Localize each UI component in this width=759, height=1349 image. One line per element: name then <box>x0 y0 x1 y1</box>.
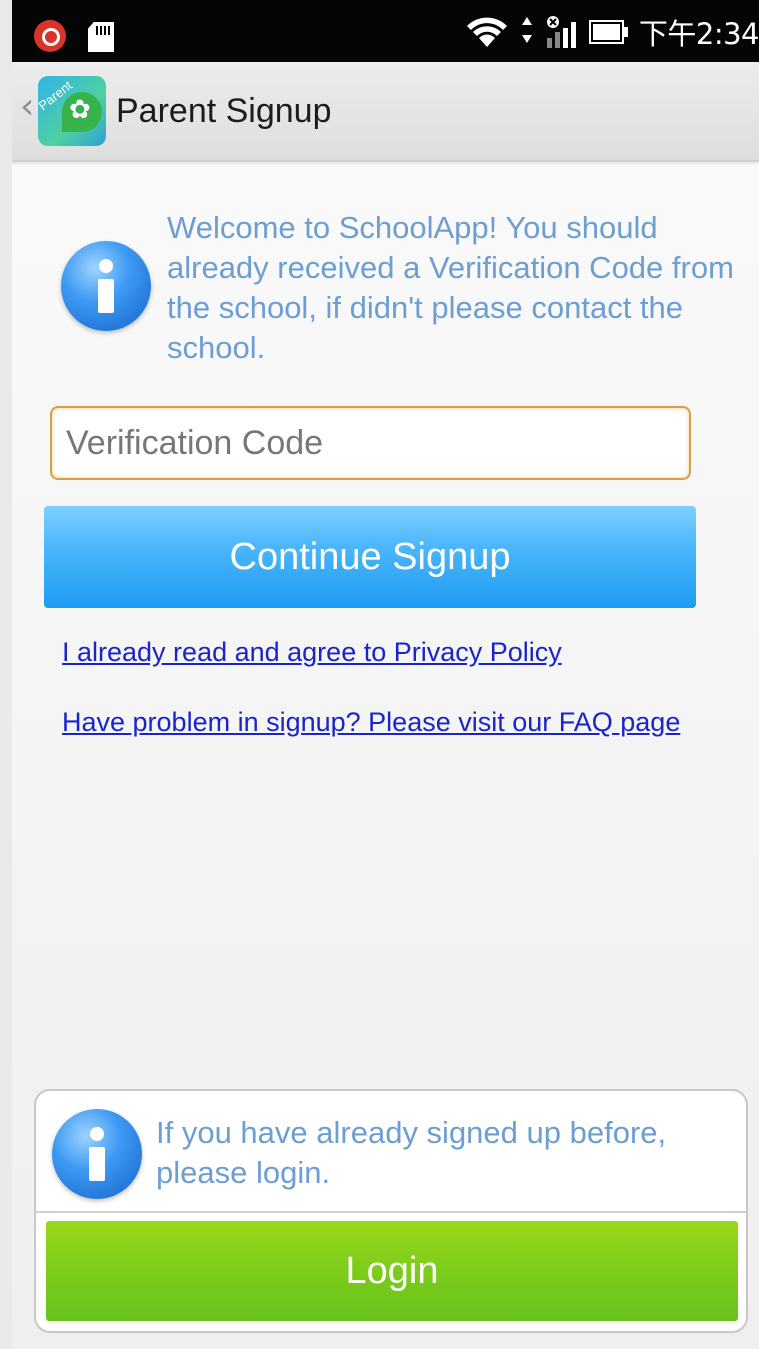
app-notification-icon <box>34 20 66 52</box>
login-message: If you have already signed up before, pl… <box>156 1115 667 1190</box>
app-screen: 下午2:34 ‹ Parent Parent Signup Welcome to… <box>12 0 759 1349</box>
action-bar: ‹ Parent Parent Signup <box>12 62 759 162</box>
login-button[interactable]: Login <box>46 1221 738 1321</box>
battery-icon <box>588 19 629 45</box>
status-time: 下午2:34 <box>638 17 759 51</box>
status-bar: 下午2:34 <box>12 0 759 62</box>
divider <box>36 1211 746 1213</box>
faq-link[interactable]: Have problem in signup? Please visit our… <box>62 707 680 738</box>
login-panel: If you have already signed up before, pl… <box>34 1089 748 1333</box>
back-chevron-icon[interactable]: ‹ <box>20 86 34 127</box>
clover-leaf-icon <box>62 92 102 132</box>
data-arrows-icon <box>521 15 533 49</box>
verification-code-input[interactable] <box>50 406 691 480</box>
privacy-policy-link[interactable]: I already read and agree to Privacy Poli… <box>62 637 562 668</box>
welcome-message: Welcome to SchoolApp! You should already… <box>167 210 734 365</box>
wifi-icon <box>463 14 511 50</box>
info-icon <box>61 241 151 331</box>
app-logo[interactable]: Parent <box>38 76 106 146</box>
status-right-group: 下午2:34 <box>463 12 759 52</box>
continue-signup-button[interactable]: Continue Signup <box>44 506 696 608</box>
page-title: Parent Signup <box>116 92 332 130</box>
signal-icon <box>543 14 579 50</box>
sd-card-icon <box>88 22 114 52</box>
info-icon <box>52 1109 142 1199</box>
